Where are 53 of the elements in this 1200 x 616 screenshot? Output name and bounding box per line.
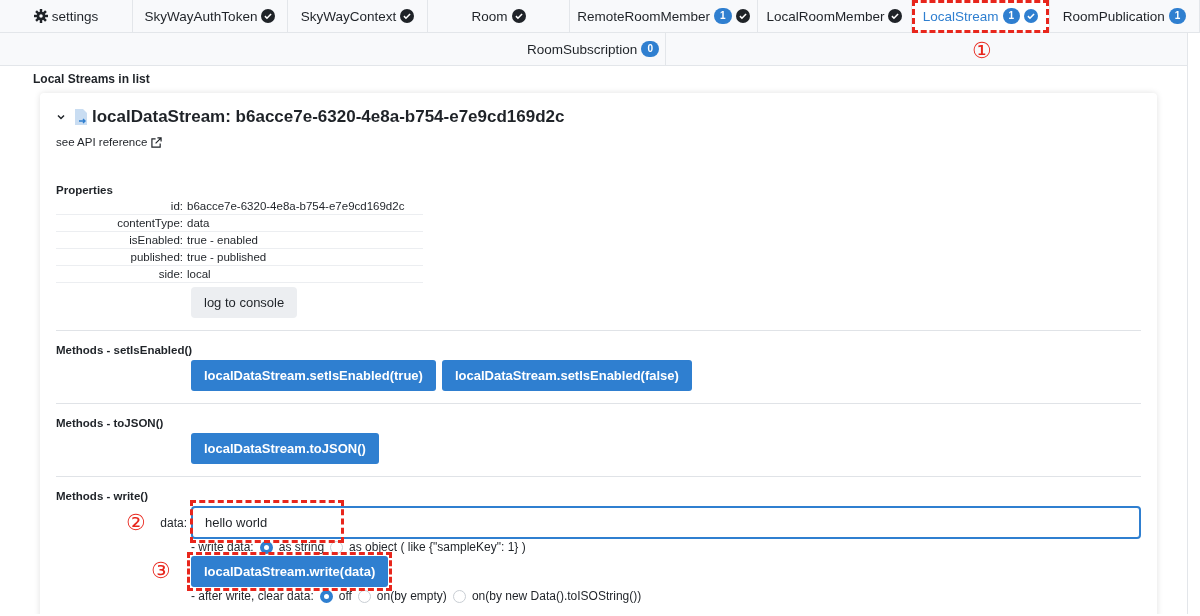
count-badge: 1	[1168, 8, 1187, 24]
radio-group-label: - write data:	[191, 540, 254, 554]
tab[interactable]: Room	[428, 0, 570, 32]
count-badge: 0	[641, 41, 659, 57]
methods-title: Methods - write()	[56, 490, 149, 502]
property-key: side:	[56, 268, 183, 280]
log-button[interactable]: log to console	[191, 287, 298, 318]
stream-title: localDataStream: b6acce7e-6320-4e8a-b754-e7e9cd169d2c	[92, 107, 565, 127]
external-link-icon	[151, 136, 163, 148]
data-input-field[interactable]: hello world	[191, 506, 1141, 539]
method-button[interactable]: localDataStream.setIsEnabled(false)	[441, 360, 692, 391]
tab[interactable]: settings	[0, 0, 133, 32]
radio-button[interactable]	[357, 589, 371, 603]
radio-label: on(by empty)	[376, 589, 447, 603]
field-label: data:	[160, 515, 187, 530]
settings-icon	[33, 9, 48, 23]
section-title: Local Streams in list	[33, 72, 151, 86]
property-key: id:	[56, 200, 183, 212]
property-key: isEnabled:	[56, 234, 183, 246]
annotation-number: ②	[126, 511, 147, 534]
property-value: local	[187, 268, 212, 280]
radio-group-label: - after write, clear data:	[191, 589, 314, 603]
methods-title: Methods - setIsEnabled()	[56, 344, 194, 356]
tab[interactable]: SkyWayContext	[288, 0, 428, 32]
count-badge: 1	[714, 8, 732, 24]
method-button[interactable]: localDataStream.toJSON()	[191, 433, 379, 464]
radio-button[interactable]	[319, 589, 333, 603]
method-button[interactable]: localDataStream.setIsEnabled(true)	[191, 360, 436, 391]
radio-label: as string	[278, 540, 325, 554]
api-reference-link[interactable]: see API reference	[56, 136, 163, 148]
annotation-number: ①	[972, 40, 992, 62]
chevron-icon[interactable]	[56, 112, 66, 122]
properties-title: Properties	[56, 184, 114, 196]
methods-title: Methods - toJSON()	[56, 417, 165, 429]
property-key: published:	[56, 251, 183, 263]
file-icon	[74, 109, 88, 125]
tab[interactable]: RoomPublication 1	[1050, 0, 1200, 32]
tab[interactable]: RoomSubscription 0	[521, 33, 666, 65]
annotation-number: ③	[151, 560, 171, 582]
radio-label: on(by new Data().toISOString())	[471, 589, 642, 603]
count-badge: 1	[1002, 8, 1021, 24]
property-value: true - published	[187, 251, 268, 263]
radio-button[interactable]	[452, 589, 466, 603]
radio-label: off	[338, 589, 352, 603]
write-button[interactable]: localDataStream.write(data)	[191, 556, 389, 587]
tab[interactable]: SkyWayAuthToken	[133, 0, 288, 32]
property-value: b6acce7e-6320-4e8a-b754-e7e9cd169d2c	[187, 200, 406, 212]
radio-label: as object ( like {"sampleKey": 1} )	[349, 540, 526, 554]
tab[interactable]: RemoteRoomMember 1	[570, 0, 758, 32]
property-value: true - enabled	[187, 234, 259, 246]
tab[interactable]: LocalRoomMember	[758, 0, 912, 32]
property-key: contentType:	[56, 217, 183, 229]
property-value: data	[187, 217, 211, 229]
